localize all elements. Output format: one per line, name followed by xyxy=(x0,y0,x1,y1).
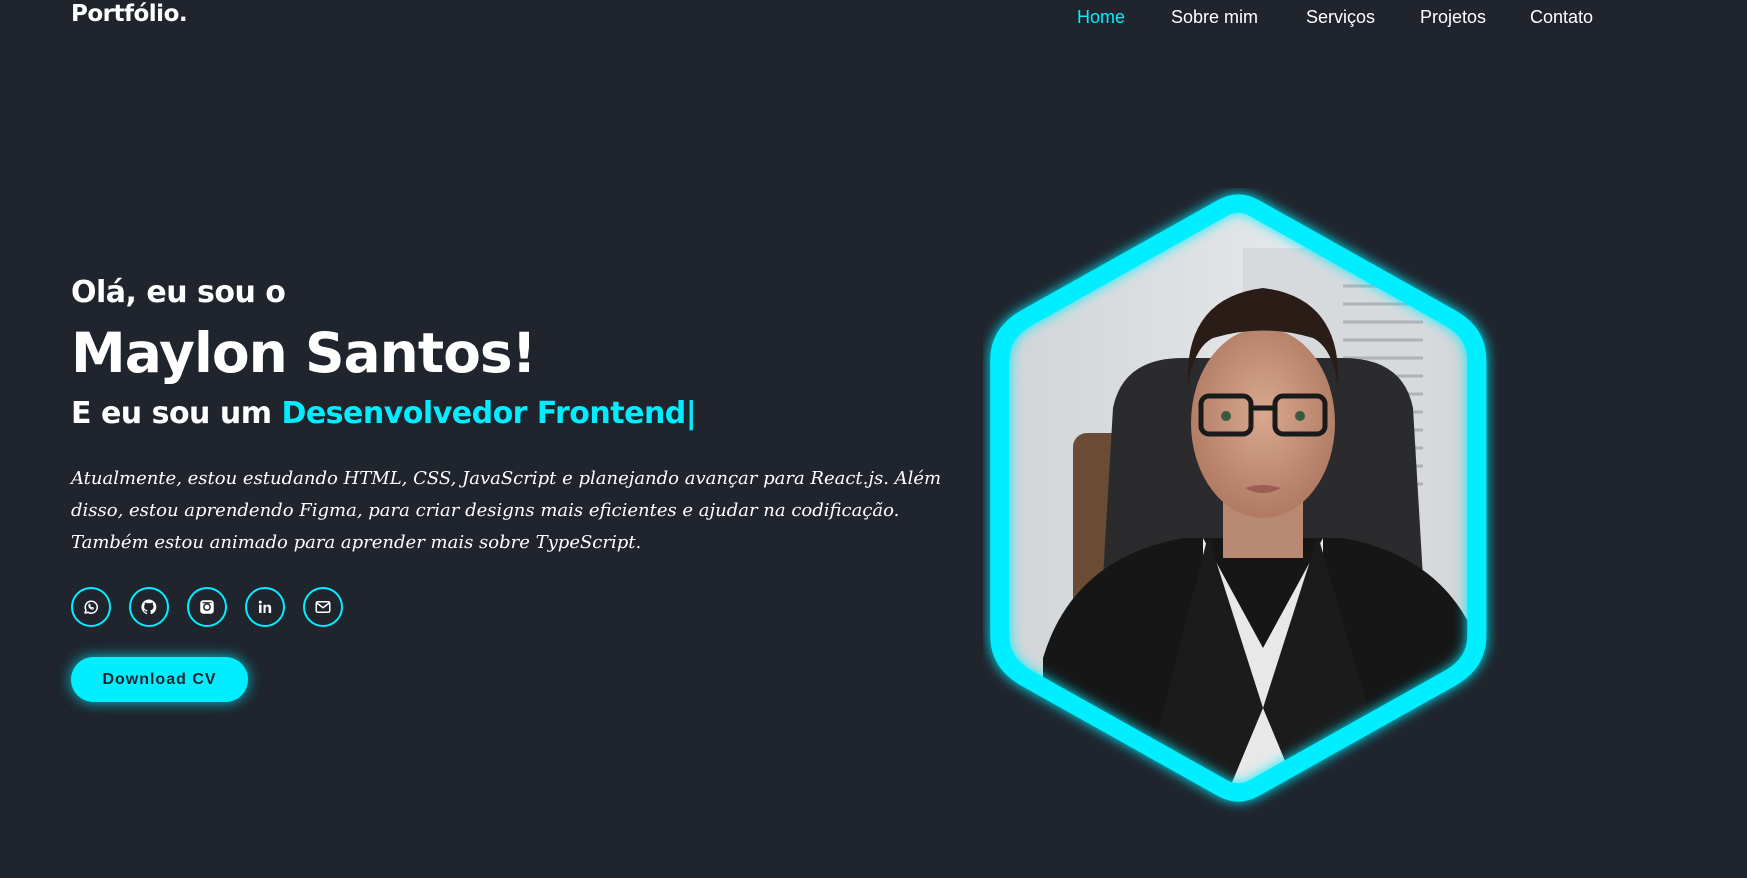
main-nav: Home Sobre mim Serviços Projetos Contato xyxy=(0,7,1747,31)
download-cv-button[interactable]: Download CV xyxy=(71,657,248,702)
typing-cursor: | xyxy=(685,396,697,431)
linkedin-icon xyxy=(258,600,272,613)
linkedin-link[interactable] xyxy=(245,587,285,627)
hero-name: Maylon Santos! xyxy=(71,321,537,385)
instagram-icon xyxy=(200,600,214,614)
nav-home[interactable]: Home xyxy=(1077,7,1125,28)
role-prefix: E eu sou um xyxy=(71,396,272,431)
whatsapp-link[interactable] xyxy=(71,587,111,627)
role-accent: Desenvolvedor Frontend xyxy=(281,396,686,431)
github-icon xyxy=(141,599,157,615)
github-link[interactable] xyxy=(129,587,169,627)
instagram-link[interactable] xyxy=(187,587,227,627)
nav-sobre-mim[interactable]: Sobre mim xyxy=(1171,7,1258,28)
social-links xyxy=(71,587,371,627)
greeting: Olá, eu sou o xyxy=(71,275,286,310)
role-line: E eu sou um Desenvolvedor Frontend| xyxy=(71,396,697,431)
email-link[interactable] xyxy=(303,587,343,627)
whatsapp-icon xyxy=(84,600,98,614)
hero-description: Atualmente, estou estudando HTML, CSS, J… xyxy=(71,468,942,553)
site-header: Portfólio. Home Sobre mim Serviços Proje… xyxy=(0,0,1747,36)
nav-contato[interactable]: Contato xyxy=(1530,7,1593,28)
nav-servicos[interactable]: Serviços xyxy=(1306,7,1375,28)
mail-icon xyxy=(315,601,331,613)
profile-photo xyxy=(983,188,1563,828)
nav-projetos[interactable]: Projetos xyxy=(1420,7,1486,28)
